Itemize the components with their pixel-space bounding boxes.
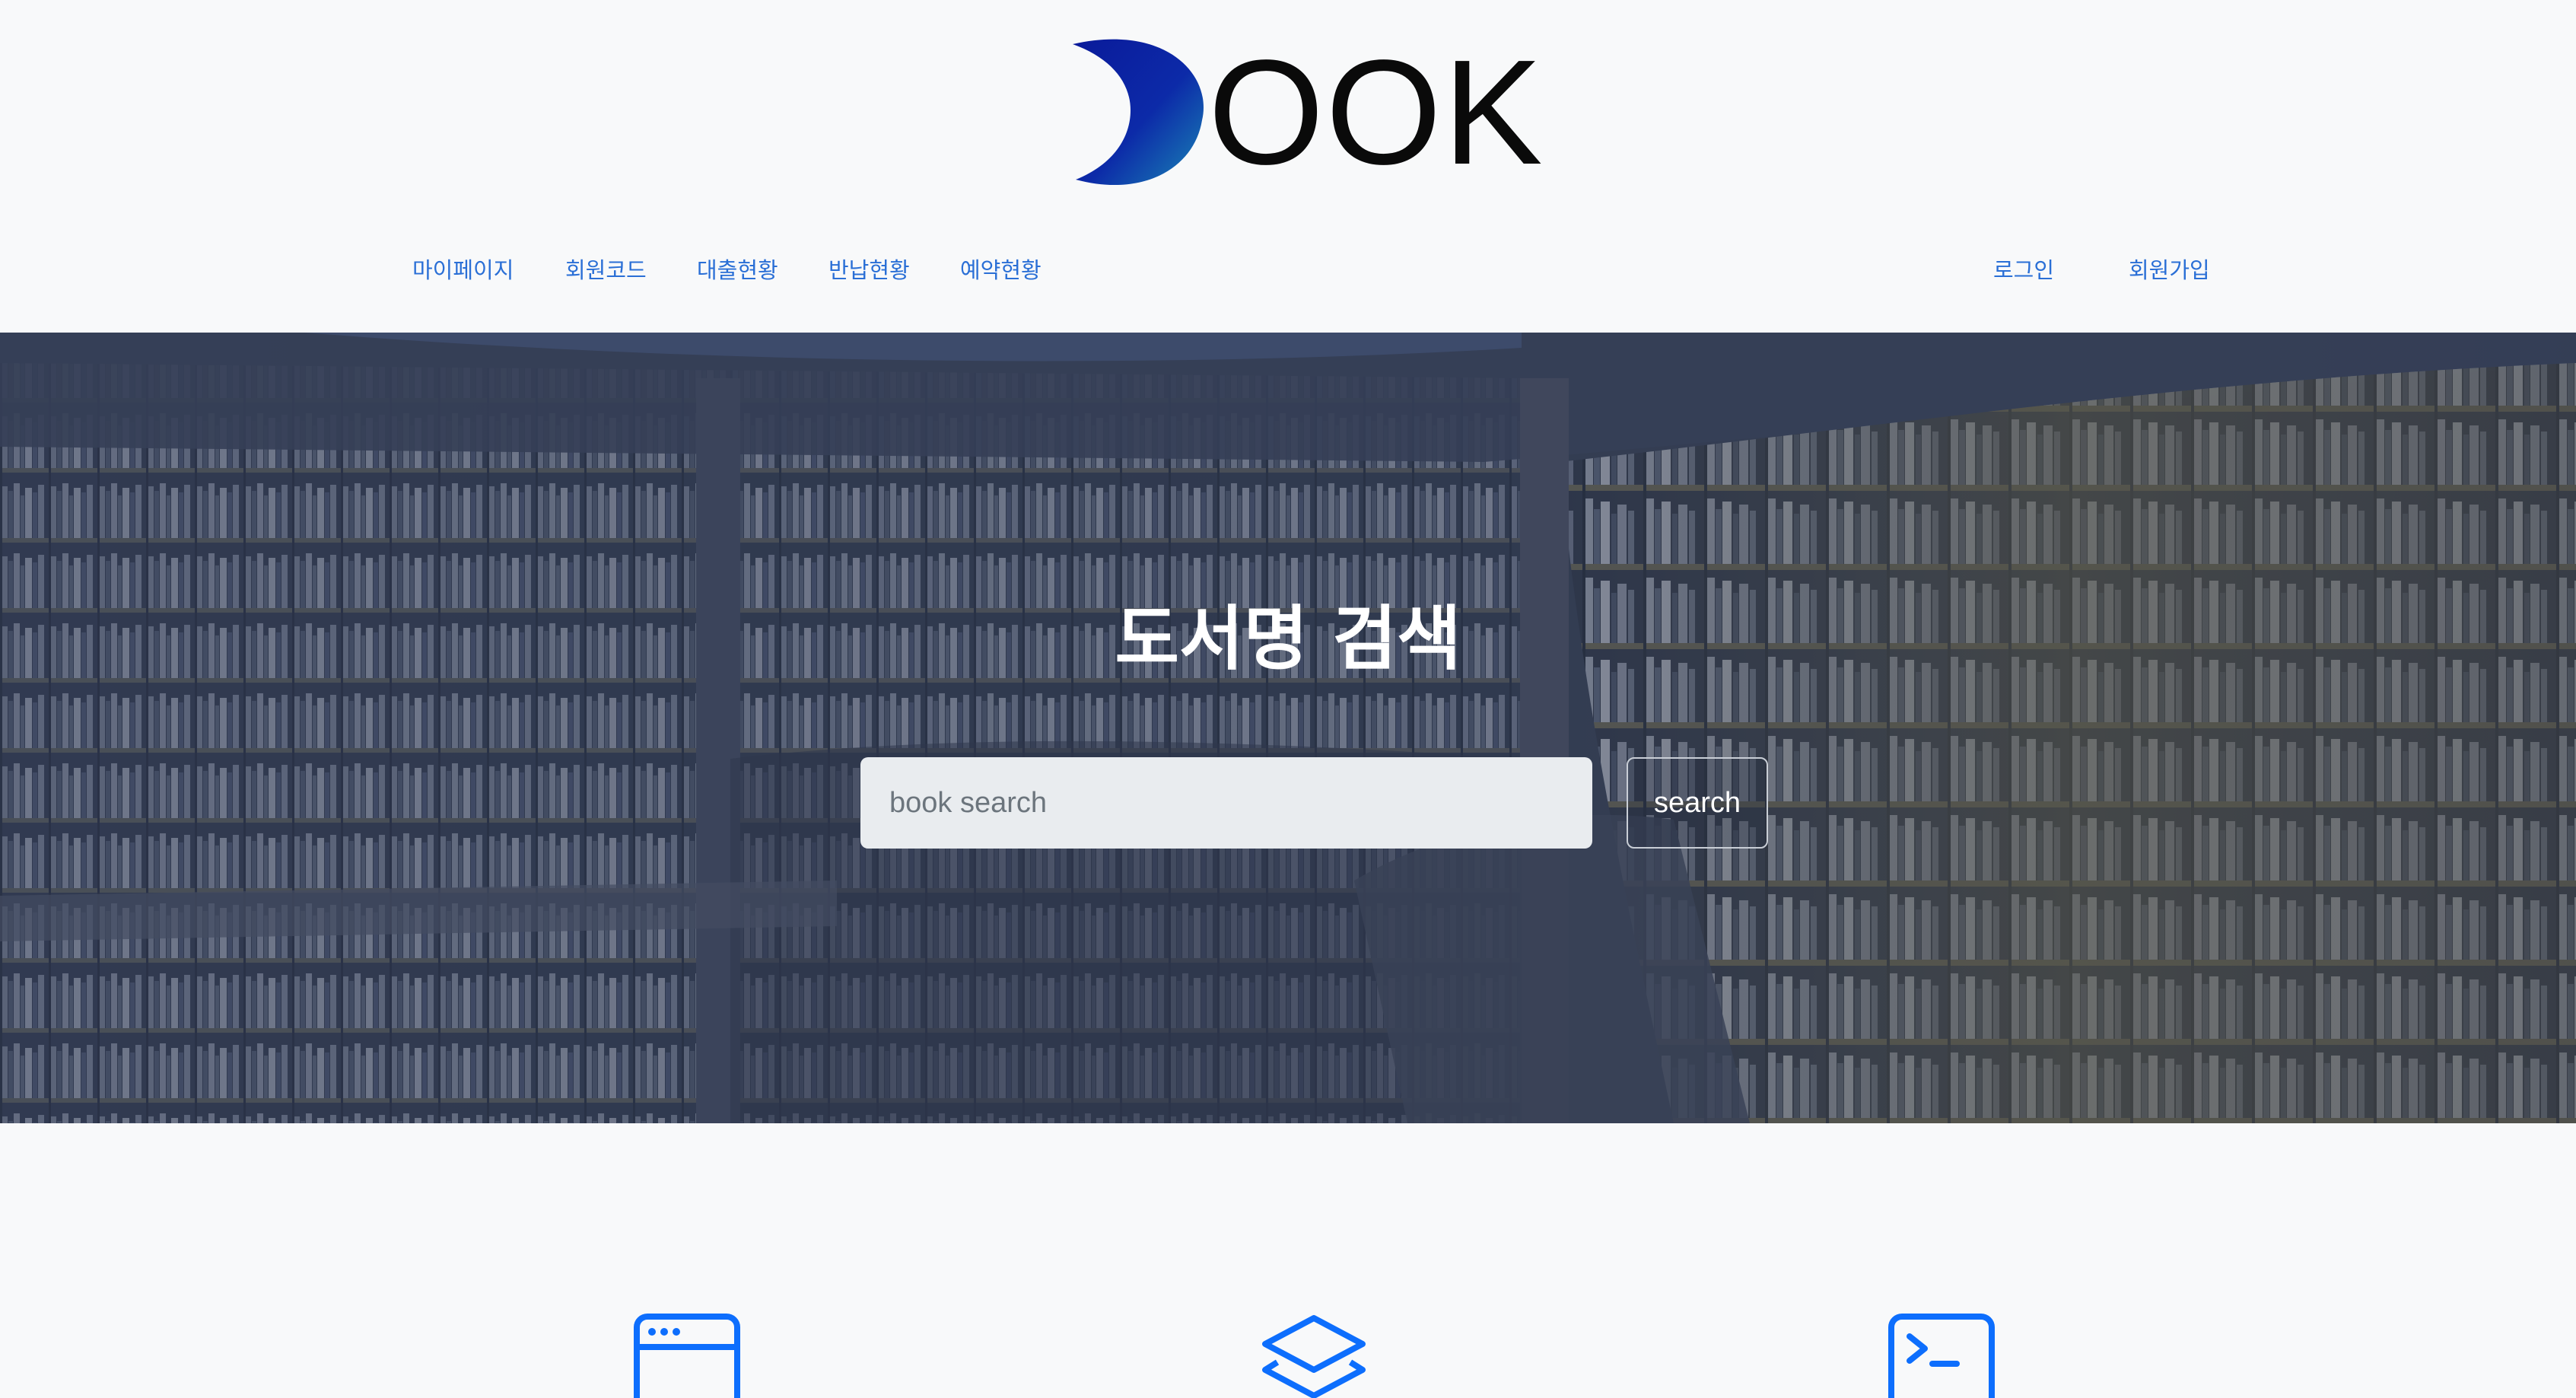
nav-item-login[interactable]: 로그인 bbox=[1993, 251, 2054, 289]
hero-section: 도서명 검색 search bbox=[0, 333, 2576, 1123]
search-button[interactable]: search bbox=[1627, 757, 1768, 849]
crescent-logo-icon bbox=[1073, 39, 1204, 186]
logo-text: OOK bbox=[1208, 29, 1544, 196]
logo[interactable]: OOK bbox=[1068, 30, 1570, 190]
browser-window-icon bbox=[634, 1314, 740, 1398]
nav-item-loan-status[interactable]: 대출현황 bbox=[697, 251, 778, 289]
nav-item-signup[interactable]: 회원가입 bbox=[2129, 251, 2210, 289]
hero-title: 도서명 검색 bbox=[1115, 598, 1461, 680]
nav-item-mypage[interactable]: 마이페이지 bbox=[412, 251, 514, 289]
top-nav: 마이페이지 회원코드 대출현황 반납현황 예약현황 로그인 회원가입 bbox=[0, 251, 2576, 289]
book-search-input[interactable] bbox=[860, 757, 1592, 849]
terminal-icon bbox=[1888, 1314, 1995, 1398]
page: OOK 마이페이지 회원코드 대출현황 반납현황 예약현황 로그인 회원가입 도… bbox=[0, 0, 2576, 1398]
layers-icon bbox=[1262, 1315, 1366, 1398]
nav-item-member-code[interactable]: 회원코드 bbox=[565, 251, 647, 289]
nav-item-reservation-status[interactable]: 예약현황 bbox=[960, 251, 1042, 289]
library-background-image bbox=[0, 333, 2576, 1123]
nav-item-return-status[interactable]: 반납현황 bbox=[828, 251, 910, 289]
